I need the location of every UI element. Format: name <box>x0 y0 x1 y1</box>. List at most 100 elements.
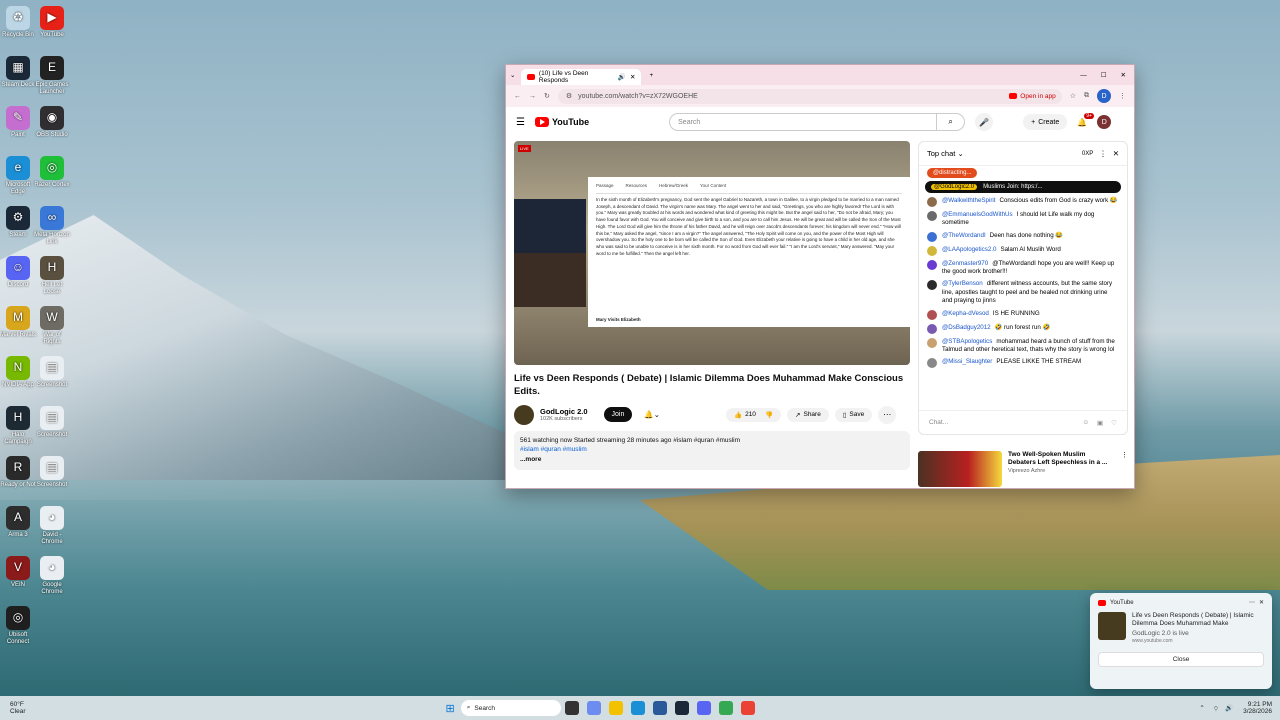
bookmark-star-icon[interactable]: ☆ <box>1070 92 1076 100</box>
forward-icon[interactable]: → <box>529 93 536 100</box>
desktop-icon[interactable]: ◕ Google Chrome <box>34 556 70 595</box>
search-button[interactable]: ⌕ <box>937 113 966 131</box>
subscribe-bell-icon[interactable]: 🔔⌄ <box>644 410 660 419</box>
open-in-app-button[interactable]: Open in app <box>1009 93 1056 100</box>
desktop-icon[interactable]: ◎ Ubisoft Connect <box>0 606 36 645</box>
channel-avatar[interactable] <box>514 404 534 425</box>
chrome-icon[interactable] <box>718 701 733 715</box>
toast-close-button[interactable]: Close <box>1098 651 1264 667</box>
chat-username[interactable]: @DsBadguy2012 <box>942 324 991 331</box>
chat-username[interactable]: @EmmanuelsGodWithUs <box>942 211 1013 218</box>
chat-username[interactable]: @STBApologetics <box>942 338 992 345</box>
desktop-icon[interactable]: ☺ Discord <box>0 256 36 289</box>
volume-icon[interactable]: 🔊 <box>1225 704 1233 712</box>
chat-username[interactable]: @TheWordandI <box>942 232 986 239</box>
new-tab-icon[interactable]: + <box>649 72 653 79</box>
chat-avatar[interactable] <box>927 280 937 291</box>
chat-message[interactable]: @LAApologetics2.0 Salam Al Muslih Word <box>919 244 1127 258</box>
url-field[interactable]: ⚙ youtube.com/watch?v=zX72WGOEHE Open in… <box>557 88 1062 104</box>
chat-username[interactable]: @Missi_Slaughter <box>942 358 992 365</box>
overlay-tab[interactable]: Resources <box>626 183 648 190</box>
desktop-icon[interactable]: ▦ Steam Deck <box>0 56 36 89</box>
chat-message[interactable]: @WalkwiththeSpirit Conscious edits from G… <box>919 195 1127 209</box>
chat-username[interactable]: @Kepha-dVesod <box>942 310 989 317</box>
chat-message[interactable]: @TheWordandI Deen has done nothing 😂 <box>919 230 1127 244</box>
dislike-icon[interactable]: 👎 <box>765 411 773 419</box>
discord-icon[interactable] <box>696 701 711 715</box>
desktop-icon[interactable]: R Ready or Not <box>0 456 36 489</box>
chat-input[interactable]: Chat... <box>929 419 1074 426</box>
tab-youtube[interactable]: (10) Life vs Deen Responds 🔊 ✕ <box>521 69 642 85</box>
chat-message[interactable]: @TylerBenson different witness accounts, … <box>919 278 1127 307</box>
youtube-avatar[interactable]: D <box>1097 115 1112 129</box>
more-actions-icon[interactable]: ⋯ <box>878 405 897 424</box>
task-view-icon[interactable] <box>564 701 579 715</box>
hamburger-menu-icon[interactable]: ☰ <box>516 117 525 128</box>
chat-avatar[interactable] <box>927 211 937 221</box>
heart-icon[interactable]: ♡ <box>1111 419 1117 427</box>
chat-username[interactable]: @LAApologetics2.0 <box>942 246 996 253</box>
desktop-icon[interactable]: ✎ Paint <box>0 106 36 139</box>
desktop-icon[interactable]: ▤ Screenshot <box>34 356 70 389</box>
voice-search-icon[interactable]: 🎤 <box>975 113 994 131</box>
toast-close-icon[interactable]: ✕ <box>1259 599 1264 606</box>
recommended-thumbnail[interactable] <box>918 451 1002 487</box>
chat-message-list[interactable]: @WalkwiththeSpirit Conscious edits from G… <box>919 195 1127 370</box>
recommended-title[interactable]: Two Well-Spoken Muslim Debaters Left Spe… <box>1008 451 1115 468</box>
tab-close-icon[interactable]: ✕ <box>630 73 635 81</box>
profile-avatar[interactable]: D <box>1097 89 1111 103</box>
extensions-icon[interactable]: ⧉ <box>1084 92 1089 100</box>
search-input[interactable]: Search <box>669 113 938 131</box>
channel-name[interactable]: GodLogic 2.0 <box>540 407 588 416</box>
chat-avatar[interactable] <box>927 231 937 242</box>
create-button[interactable]: + Create <box>1023 114 1068 130</box>
youtube-logo[interactable]: YouTube <box>534 117 589 127</box>
toast-more-icon[interactable]: ⋯ <box>1249 599 1255 606</box>
emoji-icon[interactable]: ☺ <box>1082 419 1089 426</box>
video-player[interactable]: LIVE Passage Resources Hebrew/Greek Your Co… <box>514 141 910 365</box>
clock[interactable]: 9:21 PM 3/28/2026 <box>1243 701 1272 715</box>
more-link[interactable]: ...more <box>520 455 904 465</box>
like-button[interactable]: 👍 210 👎 <box>725 407 782 422</box>
desktop-icon[interactable]: ◕ David - Chrome <box>34 506 70 545</box>
join-button[interactable]: Join <box>603 407 633 423</box>
recommended-video[interactable]: Two Well-Spoken Muslim Debaters Left Spe… <box>918 451 1128 488</box>
chat-message[interactable]: @Kepha-dVesod IS HE RUNNING <box>919 308 1127 322</box>
store-icon[interactable] <box>652 701 667 715</box>
chat-message[interactable]: @Missi_Slaughter PLEASE LIKKE THE STREAM <box>919 356 1127 370</box>
desktop-icon[interactable]: ∞ Meta Horizon Link <box>34 206 70 245</box>
chat-avatar[interactable] <box>927 197 937 207</box>
taskbar-search[interactable]: ⌕ Search <box>460 700 561 716</box>
tab-dropdown-icon[interactable]: ⌄ <box>510 71 515 79</box>
site-info-icon[interactable]: ⚙ <box>566 92 572 100</box>
back-icon[interactable]: ← <box>514 93 521 100</box>
desktop-icon[interactable]: V VEIN <box>0 556 36 589</box>
save-button[interactable]: ▯ Save <box>834 407 873 422</box>
copilot-icon[interactable] <box>586 701 601 715</box>
desktop-icon[interactable]: N NVIDIA App <box>0 356 36 389</box>
desktop-icon[interactable]: ♻ Recycle Bin <box>0 6 36 39</box>
desktop-icon[interactable]: ◎ Razer Cortex <box>34 156 70 189</box>
chat-banner[interactable]: @GodLogic2.0 Muslims Join: https:/... <box>925 181 1121 193</box>
hashtags[interactable]: #islam #quran #muslim <box>520 445 904 455</box>
desktop-icon[interactable]: ⚙ Steam <box>0 206 36 239</box>
recommended-menu-icon[interactable]: ⋮ <box>1121 451 1128 488</box>
chat-avatar[interactable] <box>927 337 937 348</box>
description-box[interactable]: 561 watching now Started streaming 28 mi… <box>514 430 910 470</box>
chat-close-icon[interactable]: ✕ <box>1113 149 1119 158</box>
chat-avatar[interactable] <box>927 323 937 334</box>
start-button-icon[interactable]: ⊞ <box>446 702 455 715</box>
overlay-tab[interactable]: Passage <box>596 183 614 190</box>
desktop-icon[interactable]: e Microsoft Edge <box>0 156 36 195</box>
browser-menu-icon[interactable]: ⋮ <box>1119 92 1126 100</box>
steam-icon[interactable] <box>674 701 689 715</box>
desktop-icon[interactable]: M Marvel Rivals <box>0 306 36 339</box>
weather-widget[interactable]: 60°F Clear <box>10 701 26 715</box>
overlay-tab[interactable]: Hebrew/Greek <box>659 183 688 190</box>
tray-arrow-icon[interactable]: ⌃ <box>1199 704 1204 712</box>
chat-username[interactable]: @Zenmaster970 <box>942 260 988 267</box>
chat-message[interactable]: @Zenmaster970 @TheWordandI hope you are w… <box>919 258 1127 279</box>
notifications-bell-icon[interactable]: 🔔 9+ <box>1077 112 1094 127</box>
chat-avatar[interactable] <box>927 358 937 369</box>
chat-username[interactable]: @WalkwiththeSpirit <box>942 197 996 204</box>
